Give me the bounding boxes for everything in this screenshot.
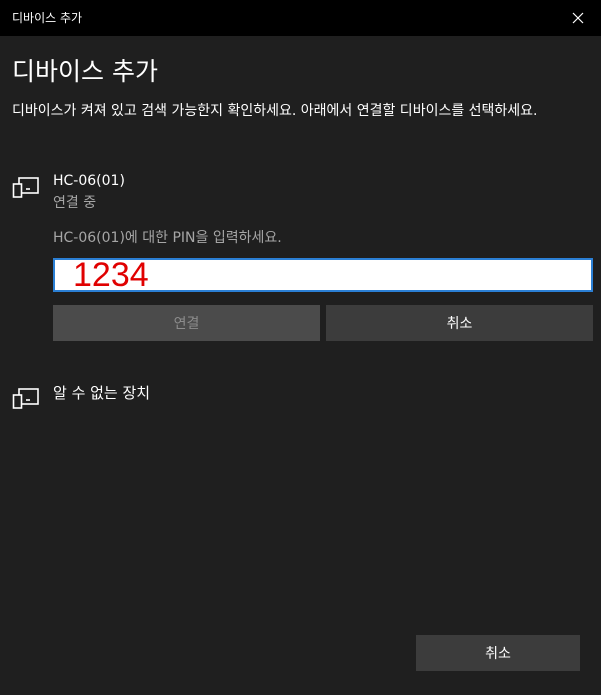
device-name: HC-06(01) <box>53 173 125 189</box>
cancel-button[interactable]: 취소 <box>416 635 580 671</box>
device-icon <box>12 177 39 198</box>
device-icon <box>12 388 39 409</box>
window-title: 디바이스 추가 <box>12 11 83 25</box>
instructions-text: 디바이스가 켜져 있고 검색 가능한지 확인하세요. 아래에서 연결할 디바이스… <box>12 103 538 119</box>
pin-prompt-label: HC-06(01)에 대한 PIN을 입력하세요. <box>53 230 282 246</box>
device-name[interactable]: 알 수 없는 장치 <box>53 382 150 403</box>
pin-input[interactable] <box>53 258 593 292</box>
close-icon <box>572 12 584 24</box>
cancel-pairing-button[interactable]: 취소 <box>326 305 593 341</box>
close-button[interactable] <box>555 0 601 36</box>
page-title: 디바이스 추가 <box>12 57 158 86</box>
title-bar: 디바이스 추가 <box>0 0 601 36</box>
device-status: 연결 중 <box>53 195 97 211</box>
connect-button[interactable]: 연결 <box>53 305 320 341</box>
